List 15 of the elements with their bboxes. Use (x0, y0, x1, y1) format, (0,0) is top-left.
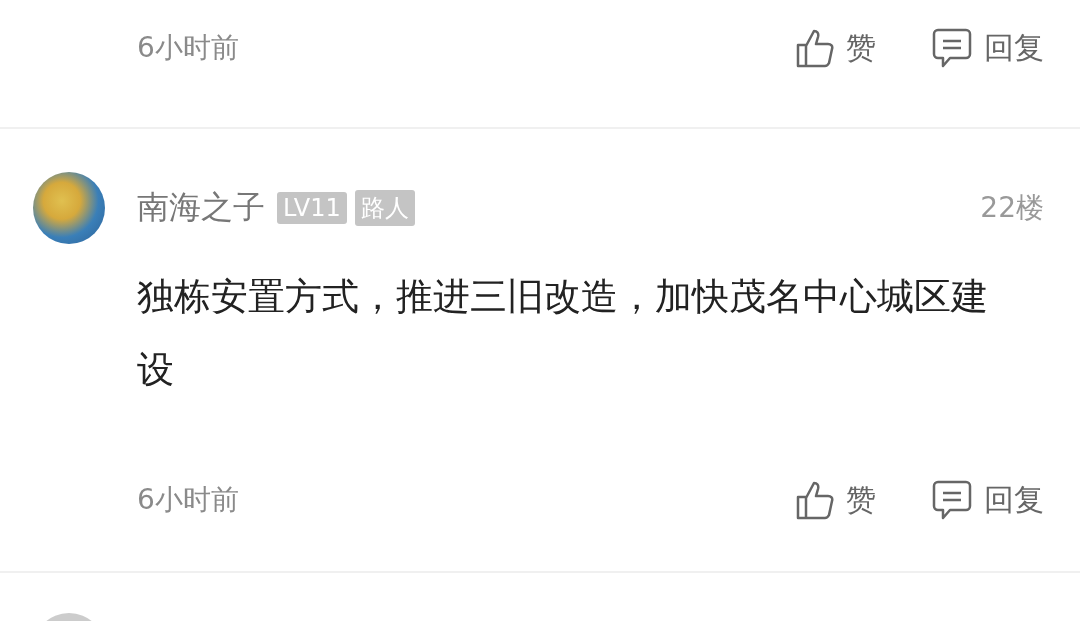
floor-number: 22楼 (980, 190, 1044, 226)
user-badge: 路人 (354, 190, 415, 226)
timestamp: 6小时前 (137, 482, 239, 518)
like-button[interactable]: 赞 (796, 479, 876, 521)
timestamp: 6小时前 (137, 30, 239, 66)
user-badge: LV11 (277, 192, 347, 224)
like-button[interactable]: 赞 (796, 27, 876, 69)
author-name[interactable]: 南海之子 (137, 186, 265, 230)
comment-icon (932, 27, 972, 69)
thumbs-up-icon (796, 28, 834, 68)
comment-icon (932, 479, 972, 521)
reply-button[interactable]: 回复 (932, 479, 1044, 521)
comment-text: 独栋安置方式，推进三旧改造，加快茂名中心城区建设 (137, 274, 989, 393)
thumbs-up-icon (796, 480, 834, 520)
reply-button[interactable]: 回复 (932, 27, 1044, 69)
